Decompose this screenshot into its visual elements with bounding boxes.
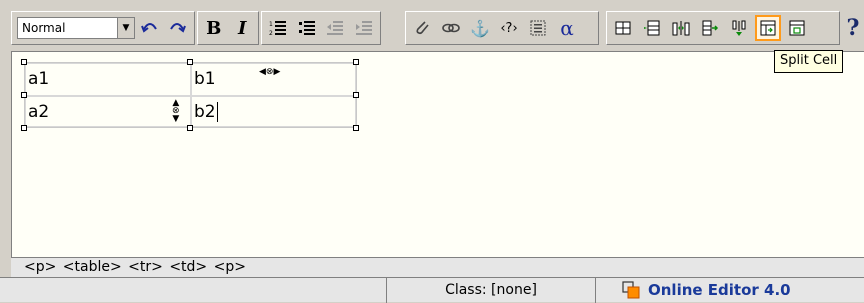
undo-button[interactable] — [137, 15, 163, 41]
cell-properties-button[interactable] — [784, 15, 810, 41]
merge-cells-icon — [702, 20, 719, 36]
toolbar-group-lists: 12 — [261, 11, 381, 45]
anchor-button[interactable]: ⚓ — [467, 15, 493, 41]
brand-logo-icon — [622, 281, 640, 299]
paragraph-style-value: Normal — [22, 21, 66, 35]
class-indicator: Class: [none] — [445, 282, 537, 298]
resize-handle[interactable] — [353, 59, 359, 65]
redo-button[interactable] — [164, 15, 190, 41]
path-bar[interactable]: <p> <table> <tr> <td> <p> — [11, 257, 864, 277]
tooltip: Split Cell — [774, 50, 844, 73]
div-icon — [530, 20, 546, 36]
delete-column-icon — [732, 20, 746, 36]
resize-handle[interactable] — [21, 125, 27, 131]
resize-handle[interactable] — [21, 92, 27, 98]
special-char-button[interactable]: α — [554, 15, 580, 41]
unordered-list-button[interactable] — [294, 15, 320, 41]
toolbar: Normal ▼ B I 12 ⚓ ‹?› α ? — [0, 0, 864, 50]
resize-handle[interactable] — [187, 59, 193, 65]
column-resize-icon[interactable]: ▲ ⊗ ▼ — [172, 99, 180, 124]
insert-table-button[interactable] — [610, 15, 636, 41]
redo-icon — [170, 23, 186, 33]
row-resize-icon[interactable]: ◀⊗▶ — [259, 67, 280, 77]
link-button[interactable] — [438, 15, 464, 41]
merge-cells-button[interactable] — [697, 15, 723, 41]
resize-handle[interactable] — [353, 125, 359, 131]
ordered-list-button[interactable]: 12 — [265, 15, 291, 41]
insert-row-icon — [644, 20, 660, 36]
undo-icon — [141, 23, 157, 33]
resize-handle[interactable] — [187, 125, 193, 131]
bold-button[interactable]: B — [201, 15, 227, 41]
brand: Online Editor 4.0 — [596, 278, 864, 302]
split-cell-icon — [760, 20, 776, 36]
table-cell[interactable]: a1 — [25, 63, 191, 96]
editor-area[interactable]: a1 b1 a2 b2 — [11, 51, 864, 257]
insert-column-icon — [672, 21, 690, 36]
cell-text: a1 — [28, 69, 50, 89]
div-button[interactable] — [525, 15, 551, 41]
delete-column-button[interactable] — [726, 15, 752, 41]
svg-text:2: 2 — [269, 30, 273, 37]
status-bar: Class: [none] Online Editor 4.0 — [0, 277, 864, 303]
cell-text: b1 — [194, 69, 216, 89]
link-icon — [442, 23, 460, 33]
resize-handle[interactable] — [21, 59, 27, 65]
help-button[interactable]: ? — [842, 12, 864, 44]
toolbar-group-table — [606, 11, 840, 45]
code-button[interactable]: ‹?› — [496, 15, 522, 41]
cell-properties-icon — [789, 20, 805, 36]
ordered-list-icon: 12 — [269, 21, 286, 37]
svg-text:1: 1 — [269, 21, 273, 28]
indent-button[interactable] — [351, 15, 377, 41]
chevron-down-icon[interactable]: ▼ — [117, 18, 134, 38]
attachment-button[interactable] — [409, 15, 435, 41]
italic-button[interactable]: I — [230, 15, 256, 41]
table-cell[interactable]: a2 — [25, 96, 191, 127]
insert-row-button[interactable] — [639, 15, 665, 41]
cell-text: a2 — [28, 102, 50, 122]
outdent-icon — [327, 21, 344, 35]
outdent-button[interactable] — [323, 15, 349, 41]
split-cell-button[interactable] — [755, 15, 781, 41]
toolbar-group-format: B I — [197, 11, 259, 45]
code-icon: ‹?› — [500, 20, 518, 36]
paragraph-style-select[interactable]: Normal ▼ — [17, 17, 135, 39]
indent-icon — [356, 21, 373, 35]
cell-text: b2 — [194, 102, 216, 122]
brand-name: Online Editor 4.0 — [648, 281, 791, 299]
unordered-list-icon — [298, 21, 315, 35]
resize-handle[interactable] — [353, 92, 359, 98]
anchor-icon: ⚓ — [470, 18, 490, 38]
table-cell-active[interactable]: b2 — [191, 96, 356, 127]
text-caret — [216, 102, 218, 122]
toolbar-group-insert: ⚓ ‹?› α — [405, 11, 599, 45]
insert-column-button[interactable] — [668, 15, 694, 41]
attachment-icon — [416, 21, 429, 35]
editable-table[interactable]: a1 b1 a2 b2 — [24, 62, 357, 128]
insert-table-icon — [615, 21, 631, 35]
